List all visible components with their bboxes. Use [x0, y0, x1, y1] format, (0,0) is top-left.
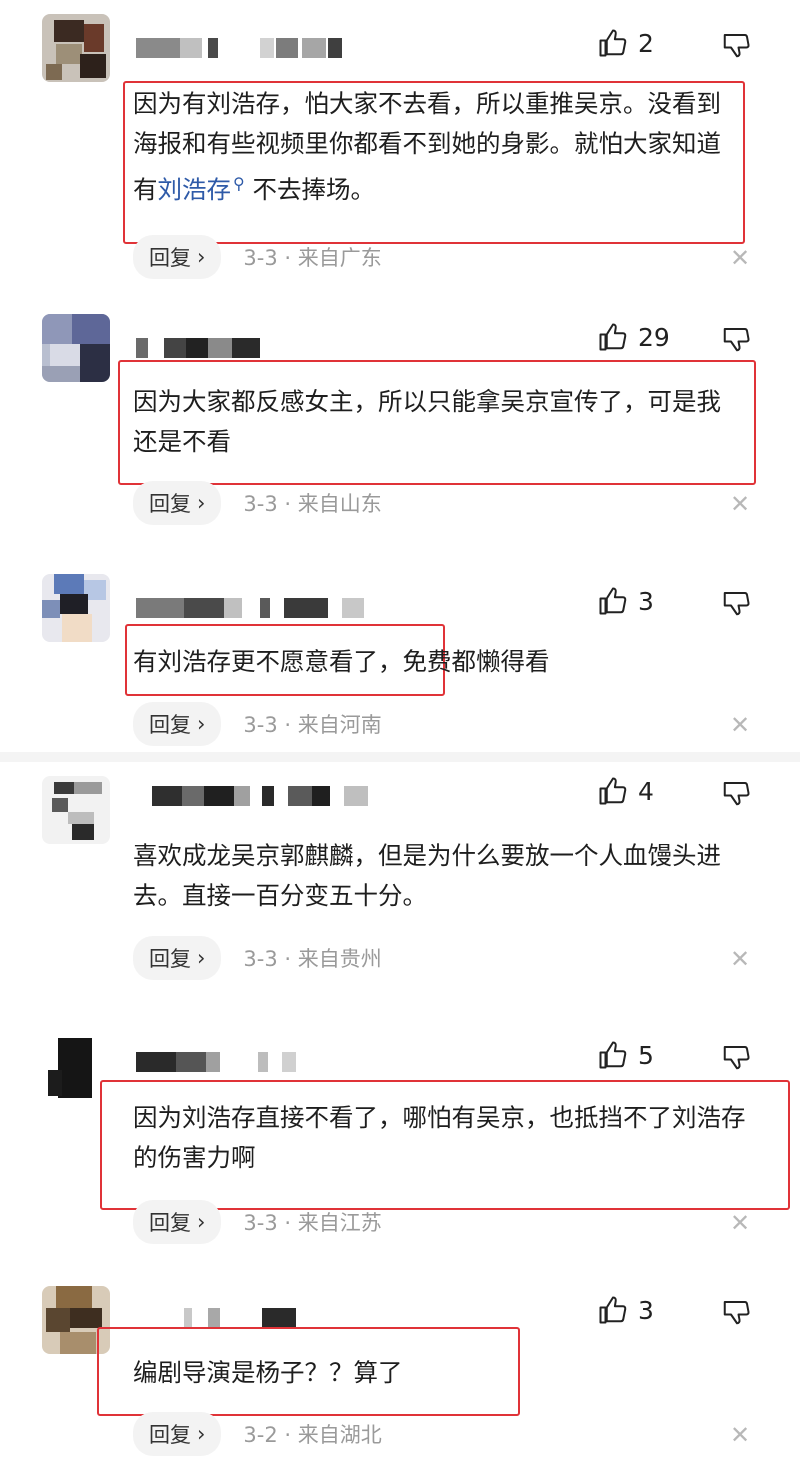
like-button[interactable]: 2 [598, 28, 654, 58]
reply-label: 回复 [149, 1211, 191, 1235]
search-icon: ⚲ [233, 174, 245, 193]
comment-text-tail: 不去捧场。 [244, 175, 376, 205]
close-icon[interactable]: ✕ [730, 947, 750, 971]
like-count: 4 [638, 776, 654, 806]
comment-text: 喜欢成龙吴京郭麒麟，但是为什么要放一个人血馒头进去。直接一百分变五十分。 [133, 841, 721, 910]
close-icon[interactable]: ✕ [730, 1211, 750, 1235]
reply-button[interactable]: 回复 › [133, 1200, 222, 1244]
username-redacted[interactable] [136, 786, 396, 806]
comment-text: 因为刘浩存直接不看了，哪怕有吴京，也抵挡不了刘浩存的伤害力啊 [133, 1103, 746, 1172]
reply-label: 回复 [149, 713, 191, 737]
comment-meta: 回复 › 3-3 · 来自江苏 [133, 1200, 382, 1244]
close-icon[interactable]: ✕ [730, 713, 750, 737]
dislike-button[interactable] [720, 588, 752, 618]
reply-button[interactable]: 回复 › [133, 702, 222, 746]
thumbs-up-icon [598, 586, 628, 616]
like-count: 3 [638, 1295, 654, 1325]
reply-button[interactable]: 回复 › [133, 1412, 222, 1456]
username-redacted[interactable] [136, 1308, 396, 1328]
comment-date-location: 3-3 · 来自贵州 [243, 947, 382, 971]
comment-meta: 回复 › 3-3 · 来自山东 [133, 481, 382, 525]
like-button[interactable]: 4 [598, 776, 654, 806]
reply-label: 回复 [149, 246, 191, 270]
username-redacted[interactable] [136, 1052, 396, 1072]
comment-date-location: 3-3 · 来自河南 [243, 713, 382, 737]
comment-date-location: 3-3 · 来自广东 [243, 246, 382, 270]
like-button[interactable]: 29 [598, 322, 670, 352]
avatar[interactable] [42, 574, 110, 642]
reply-button[interactable]: 回复 › [133, 481, 222, 525]
reply-label: 回复 [149, 492, 191, 516]
like-button[interactable]: 3 [598, 1295, 654, 1325]
comment-meta: 回复 › 3-2 · 来自湖北 [133, 1412, 382, 1456]
comment-date-location: 3-3 · 来自江苏 [243, 1211, 382, 1235]
thumbs-down-icon [720, 1297, 752, 1327]
dislike-button[interactable] [720, 324, 752, 354]
dislike-button[interactable] [720, 30, 752, 60]
close-icon[interactable]: ✕ [730, 1423, 750, 1447]
thumbs-down-icon [720, 324, 752, 354]
comment-text: 因为有刘浩存，怕大家不去看，所以重推吴京。没看到海报和有些视频里你都看不到她的身… [133, 84, 733, 210]
reply-button[interactable]: 回复 › [133, 235, 222, 279]
comment-date-location: 3-2 · 来自湖北 [243, 1423, 382, 1447]
thumbs-down-icon [720, 30, 752, 60]
username-redacted[interactable] [136, 598, 396, 618]
close-icon[interactable]: ✕ [730, 492, 750, 516]
like-count: 29 [638, 322, 670, 352]
thumbs-up-icon [598, 28, 628, 58]
chevron-right-icon: › [197, 712, 206, 736]
dislike-button[interactable] [720, 1042, 752, 1072]
thumbs-up-icon [598, 322, 628, 352]
comment-1: 2 因为有刘浩存，怕大家不去看，所以重推吴京。没看到海报和有些视频里你都看不到她… [0, 0, 800, 290]
reply-button[interactable]: 回复 › [133, 936, 222, 980]
chevron-right-icon: › [197, 946, 206, 970]
like-count: 2 [638, 28, 654, 58]
thumbs-down-icon [720, 588, 752, 618]
close-icon[interactable]: ✕ [730, 246, 750, 270]
avatar[interactable] [42, 314, 110, 382]
chevron-right-icon: › [197, 491, 206, 515]
chevron-right-icon: › [197, 245, 206, 269]
thumbs-down-icon [720, 1042, 752, 1072]
reply-label: 回复 [149, 947, 191, 971]
comment-meta: 回复 › 3-3 · 来自广东 [133, 235, 382, 279]
dislike-button[interactable] [720, 778, 752, 808]
topic-tag-link[interactable]: 刘浩存 [158, 175, 232, 204]
chevron-right-icon: › [197, 1210, 206, 1234]
comment-text: 有刘浩存更不愿意看了，免费都懒得看 [133, 647, 550, 676]
comment-meta: 回复 › 3-3 · 来自河南 [133, 702, 382, 746]
username-redacted[interactable] [136, 338, 396, 358]
comment-text: 因为大家都反感女主，所以只能拿吴京宣传了，可是我还是不看 [133, 387, 721, 456]
username-redacted[interactable] [136, 38, 396, 58]
comment-meta: 回复 › 3-3 · 来自贵州 [133, 936, 382, 980]
reply-label: 回复 [149, 1423, 191, 1447]
like-count: 3 [638, 586, 654, 616]
section-divider [0, 752, 800, 762]
avatar[interactable] [42, 776, 110, 844]
like-count: 5 [638, 1040, 654, 1070]
comment-text: 编剧导演是杨子？？算了 [133, 1358, 403, 1387]
thumbs-up-icon [598, 776, 628, 806]
thumbs-up-icon [598, 1040, 628, 1070]
comment-date-location: 3-3 · 来自山东 [243, 492, 382, 516]
thumbs-down-icon [720, 778, 752, 808]
avatar[interactable] [42, 14, 110, 82]
like-button[interactable]: 3 [598, 586, 654, 616]
thumbs-up-icon [598, 1295, 628, 1325]
dislike-button[interactable] [720, 1297, 752, 1327]
like-button[interactable]: 5 [598, 1040, 654, 1070]
chevron-right-icon: › [197, 1422, 206, 1446]
